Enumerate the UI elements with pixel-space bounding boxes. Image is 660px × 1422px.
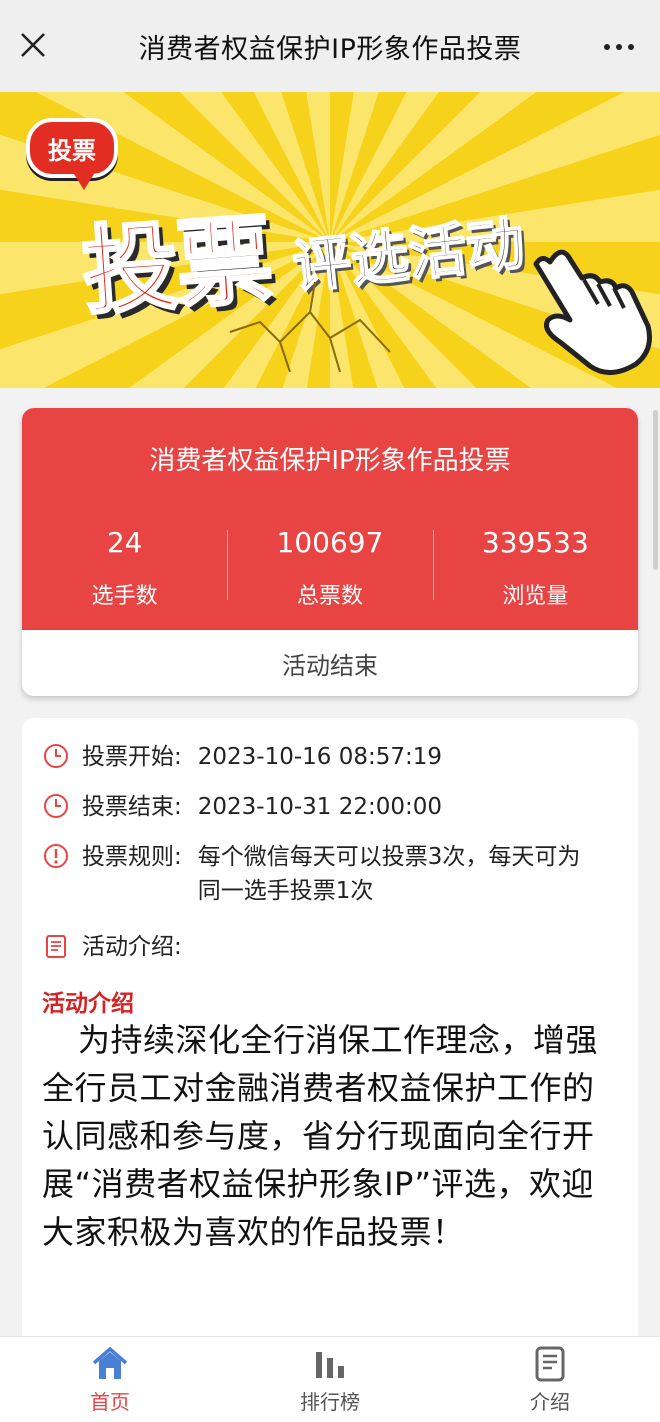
intro-label: 活动介绍: (82, 934, 182, 960)
vote-start-row: 投票开始: 2023-10-16 08:57:19 (42, 740, 442, 774)
tab-intro[interactable]: 介绍 (440, 1337, 660, 1422)
exclamation-icon (44, 844, 68, 868)
vote-banner: 投票 投票 评选活动 (0, 92, 660, 388)
pointing-hand-icon (533, 249, 652, 375)
tab-label: 排行榜 (300, 1390, 360, 1414)
stat-label: 总票数 (296, 584, 363, 609)
stat-total-votes: 100697 总票数 (227, 526, 432, 610)
close-icon[interactable] (18, 30, 48, 60)
scrollbar[interactable] (653, 410, 658, 570)
document-icon (46, 935, 66, 958)
stat-value: 24 (106, 526, 143, 559)
tab-home[interactable]: 首页 (0, 1337, 220, 1422)
bar-chart-icon (316, 1352, 344, 1378)
clock-icon (44, 744, 68, 768)
intro-title: 活动介绍 (42, 991, 134, 1017)
activity-info-card: 投票开始: 2023-10-16 08:57:19 投票结束: 2023-10-… (22, 718, 638, 1358)
vote-rule-label: 投票规则: (82, 844, 182, 870)
vote-rule-value: 每个微信每天可以投票3次，每天可为同一选手投票1次 (197, 844, 581, 904)
vote-end-label: 投票结束: (82, 794, 182, 820)
vote-end-row: 投票结束: 2023-10-31 22:00:00 (42, 790, 442, 824)
activity-name: 消费者权益保护IP形象作品投票 (149, 446, 511, 476)
stat-label: 选手数 (91, 584, 158, 609)
document-icon (535, 1346, 565, 1382)
home-icon (92, 1347, 128, 1379)
intro-row: 活动介绍: (42, 930, 182, 964)
stats-header: 消费者权益保护IP形象作品投票 24 选手数 100697 总票数 339533… (22, 408, 638, 630)
vote-start-label: 投票开始: (82, 744, 182, 770)
stat-value: 100697 (276, 526, 384, 559)
activity-status: 活动结束 (282, 651, 378, 680)
stat-value: 339533 (481, 526, 589, 559)
page-title: 消费者权益保护IP形象作品投票 (138, 33, 522, 65)
stat-views: 339533 浏览量 (432, 526, 638, 610)
tab-ranking[interactable]: 排行榜 (220, 1337, 440, 1422)
vote-tag-badge: 投票 (26, 118, 118, 190)
crack-decoration (229, 281, 391, 373)
top-nav-bar: 消费者权益保护IP形象作品投票 (0, 0, 660, 92)
stat-contestants: 24 选手数 (22, 526, 227, 610)
intro-body: 为持续深化全行消保工作理念，增强全行员工对金融消费者权益保护工作的认同感和参与度… (42, 1021, 599, 1251)
stats-card: 消费者权益保护IP形象作品投票 24 选手数 100697 总票数 339533… (22, 408, 638, 696)
vote-start-value: 2023-10-16 08:57:19 (197, 744, 443, 770)
tab-label: 介绍 (530, 1390, 570, 1414)
tab-label: 首页 (90, 1390, 130, 1414)
clock-icon (44, 794, 68, 818)
vote-end-value: 2023-10-31 22:00:00 (197, 794, 443, 820)
vote-rule-row: 投票规则: 每个微信每天可以投票3次，每天可为同一选手投票1次 (42, 840, 602, 908)
stat-label: 浏览量 (502, 584, 569, 609)
more-options-icon[interactable] (604, 44, 634, 50)
bottom-tab-bar: 首页 排行榜 介绍 (0, 1336, 660, 1422)
